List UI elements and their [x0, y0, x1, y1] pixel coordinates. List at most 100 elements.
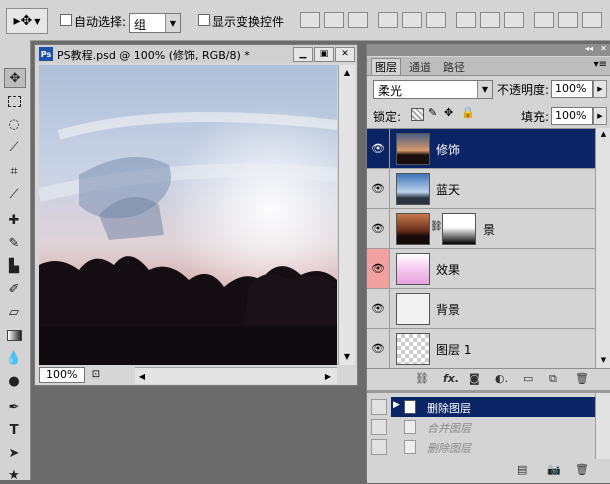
collapse-panel-icon[interactable]: ◂◂: [585, 44, 593, 53]
minimize-button[interactable]: ▁: [293, 47, 313, 62]
eyedropper-tool-icon[interactable]: ⟋: [4, 185, 24, 203]
tab-paths[interactable]: 路径: [443, 59, 465, 75]
layers-scrollbar[interactable]: ▲ ▼: [595, 128, 610, 368]
history-label: 合并图层: [427, 422, 471, 435]
distribute-left-button[interactable]: [534, 12, 554, 28]
layer-row[interactable]: 👁 效果: [367, 249, 595, 289]
show-transform-checkbox[interactable]: [198, 14, 210, 26]
distribute-top-button[interactable]: [456, 12, 476, 28]
distribute-vcenter-button[interactable]: [480, 12, 500, 28]
history-item[interactable]: 合并图层: [371, 417, 595, 437]
scroll-right-arrow-icon[interactable]: ▶: [321, 369, 335, 383]
scroll-down-arrow-icon[interactable]: ▼: [596, 354, 610, 366]
align-right-button[interactable]: [426, 12, 446, 28]
scroll-down-arrow-icon[interactable]: ▼: [340, 349, 354, 363]
lasso-tool-icon[interactable]: ◌: [4, 115, 24, 133]
document-canvas[interactable]: [39, 65, 337, 365]
layer-row[interactable]: 👁 ⛓ 景: [367, 209, 595, 249]
layer-style-icon[interactable]: fx.: [443, 372, 459, 385]
crop-tool-icon[interactable]: ⌗: [4, 162, 24, 180]
eye-icon[interactable]: 👁: [367, 329, 390, 368]
move-tool-icon[interactable]: ✥: [4, 68, 26, 88]
align-left-button[interactable]: [378, 12, 398, 28]
brush-tool-icon[interactable]: ✎: [4, 234, 24, 252]
distribute-hcenter-button[interactable]: [558, 12, 578, 28]
new-snapshot-icon[interactable]: 📷: [547, 463, 561, 476]
tab-channels[interactable]: 通道: [409, 59, 431, 75]
distribute-bottom-button[interactable]: [504, 12, 524, 28]
eraser-tool-icon[interactable]: ▱: [4, 303, 24, 321]
zoom-field[interactable]: 100%: [39, 367, 85, 383]
history-source-box[interactable]: [371, 419, 387, 435]
trash-icon[interactable]: 🗑: [575, 463, 589, 476]
scroll-up-arrow-icon[interactable]: ▲: [596, 128, 610, 140]
align-vcenter-button[interactable]: [324, 12, 344, 28]
history-scrollbar[interactable]: [595, 393, 610, 459]
layer-row[interactable]: 👁 蓝天: [367, 169, 595, 209]
eye-icon[interactable]: 👁: [367, 169, 390, 208]
layer-name: 景: [483, 223, 496, 237]
lock-all-icon[interactable]: 🔒: [461, 106, 475, 119]
gradient-tool-icon[interactable]: [4, 326, 24, 344]
scroll-up-arrow-icon[interactable]: ▲: [340, 65, 354, 79]
horizontal-scrollbar[interactable]: ◀ ▶: [135, 367, 337, 384]
quick-select-tool-icon[interactable]: ⟋: [4, 138, 24, 156]
pen-tool-icon[interactable]: ✒: [4, 398, 24, 416]
trash-icon[interactable]: 🗑: [575, 372, 589, 385]
path-select-tool-icon[interactable]: ➤: [4, 444, 24, 462]
blend-mode-dropdown[interactable]: 柔光 ▼: [373, 80, 493, 99]
lock-transparency-icon[interactable]: [411, 108, 424, 121]
eye-icon[interactable]: 👁: [367, 249, 390, 288]
history-item[interactable]: ▶ 删除图层: [371, 397, 595, 417]
shape-tool-icon[interactable]: ★: [4, 466, 24, 484]
eye-icon[interactable]: 👁: [367, 209, 390, 248]
history-source-box[interactable]: [371, 399, 387, 415]
fill-field[interactable]: 100%: [551, 107, 593, 125]
marquee-tool-icon[interactable]: [4, 92, 24, 110]
opacity-field[interactable]: 100%: [551, 80, 593, 98]
layer-row[interactable]: 👁 修饰: [367, 129, 595, 169]
mask-link-icon[interactable]: ⛓: [430, 221, 443, 232]
fill-arrow-icon[interactable]: ▶: [593, 107, 607, 125]
status-info-icon[interactable]: ⊡: [89, 367, 103, 381]
history-item[interactable]: 删除图层: [371, 437, 595, 457]
layer-mask-thumbnail[interactable]: [442, 213, 476, 245]
stamp-tool-icon[interactable]: ▙: [4, 257, 24, 275]
eye-icon[interactable]: 👁: [367, 129, 390, 168]
lock-pixels-icon[interactable]: ✎: [428, 106, 437, 119]
new-document-from-state-icon[interactable]: ▤: [517, 463, 527, 476]
type-tool-icon[interactable]: T: [4, 421, 24, 439]
lock-label: 锁定:: [373, 110, 402, 124]
add-mask-icon[interactable]: ◙: [469, 372, 480, 385]
tab-layers[interactable]: 图层: [371, 58, 401, 75]
layer-thumbnail: [396, 213, 430, 245]
align-top-button[interactable]: [300, 12, 320, 28]
move-tool-preset[interactable]: ▸✥ ▼: [6, 8, 48, 34]
auto-select-dropdown[interactable]: 组 ▼: [129, 13, 181, 33]
close-button[interactable]: ✕: [335, 47, 355, 62]
link-layers-icon[interactable]: ⛓: [415, 372, 429, 385]
distribute-right-button[interactable]: [582, 12, 602, 28]
align-bottom-button[interactable]: [348, 12, 368, 28]
blur-tool-icon[interactable]: 💧: [4, 349, 24, 367]
align-hcenter-button[interactable]: [402, 12, 422, 28]
dodge-tool-icon[interactable]: ●: [4, 372, 24, 390]
layer-row[interactable]: 👁 图层 1: [367, 329, 595, 369]
maximize-button[interactable]: ▣: [314, 47, 334, 62]
adjustment-layer-icon[interactable]: ◐.: [495, 372, 508, 385]
vertical-scrollbar[interactable]: ▲ ▼: [338, 65, 355, 365]
layer-row[interactable]: 👁 背景: [367, 289, 595, 329]
new-group-icon[interactable]: ▭: [523, 372, 533, 385]
history-brush-tool-icon[interactable]: ✐: [4, 280, 24, 298]
new-layer-icon[interactable]: ⧉: [549, 372, 557, 386]
eye-icon[interactable]: 👁: [367, 289, 390, 328]
healing-brush-tool-icon[interactable]: ✚: [4, 211, 24, 229]
history-source-box[interactable]: [371, 439, 387, 455]
auto-select-checkbox[interactable]: [60, 14, 72, 26]
document-title-bar[interactable]: Ps PS教程.psd @ 100% (修饰, RGB/8) * ▁ ▣ ✕: [35, 45, 357, 63]
opacity-arrow-icon[interactable]: ▶: [593, 80, 607, 98]
panel-menu-icon[interactable]: ▾≡: [594, 59, 607, 70]
lock-position-icon[interactable]: ✥: [444, 106, 453, 119]
close-panel-icon[interactable]: ✕: [600, 44, 607, 53]
scroll-left-arrow-icon[interactable]: ◀: [135, 369, 149, 383]
